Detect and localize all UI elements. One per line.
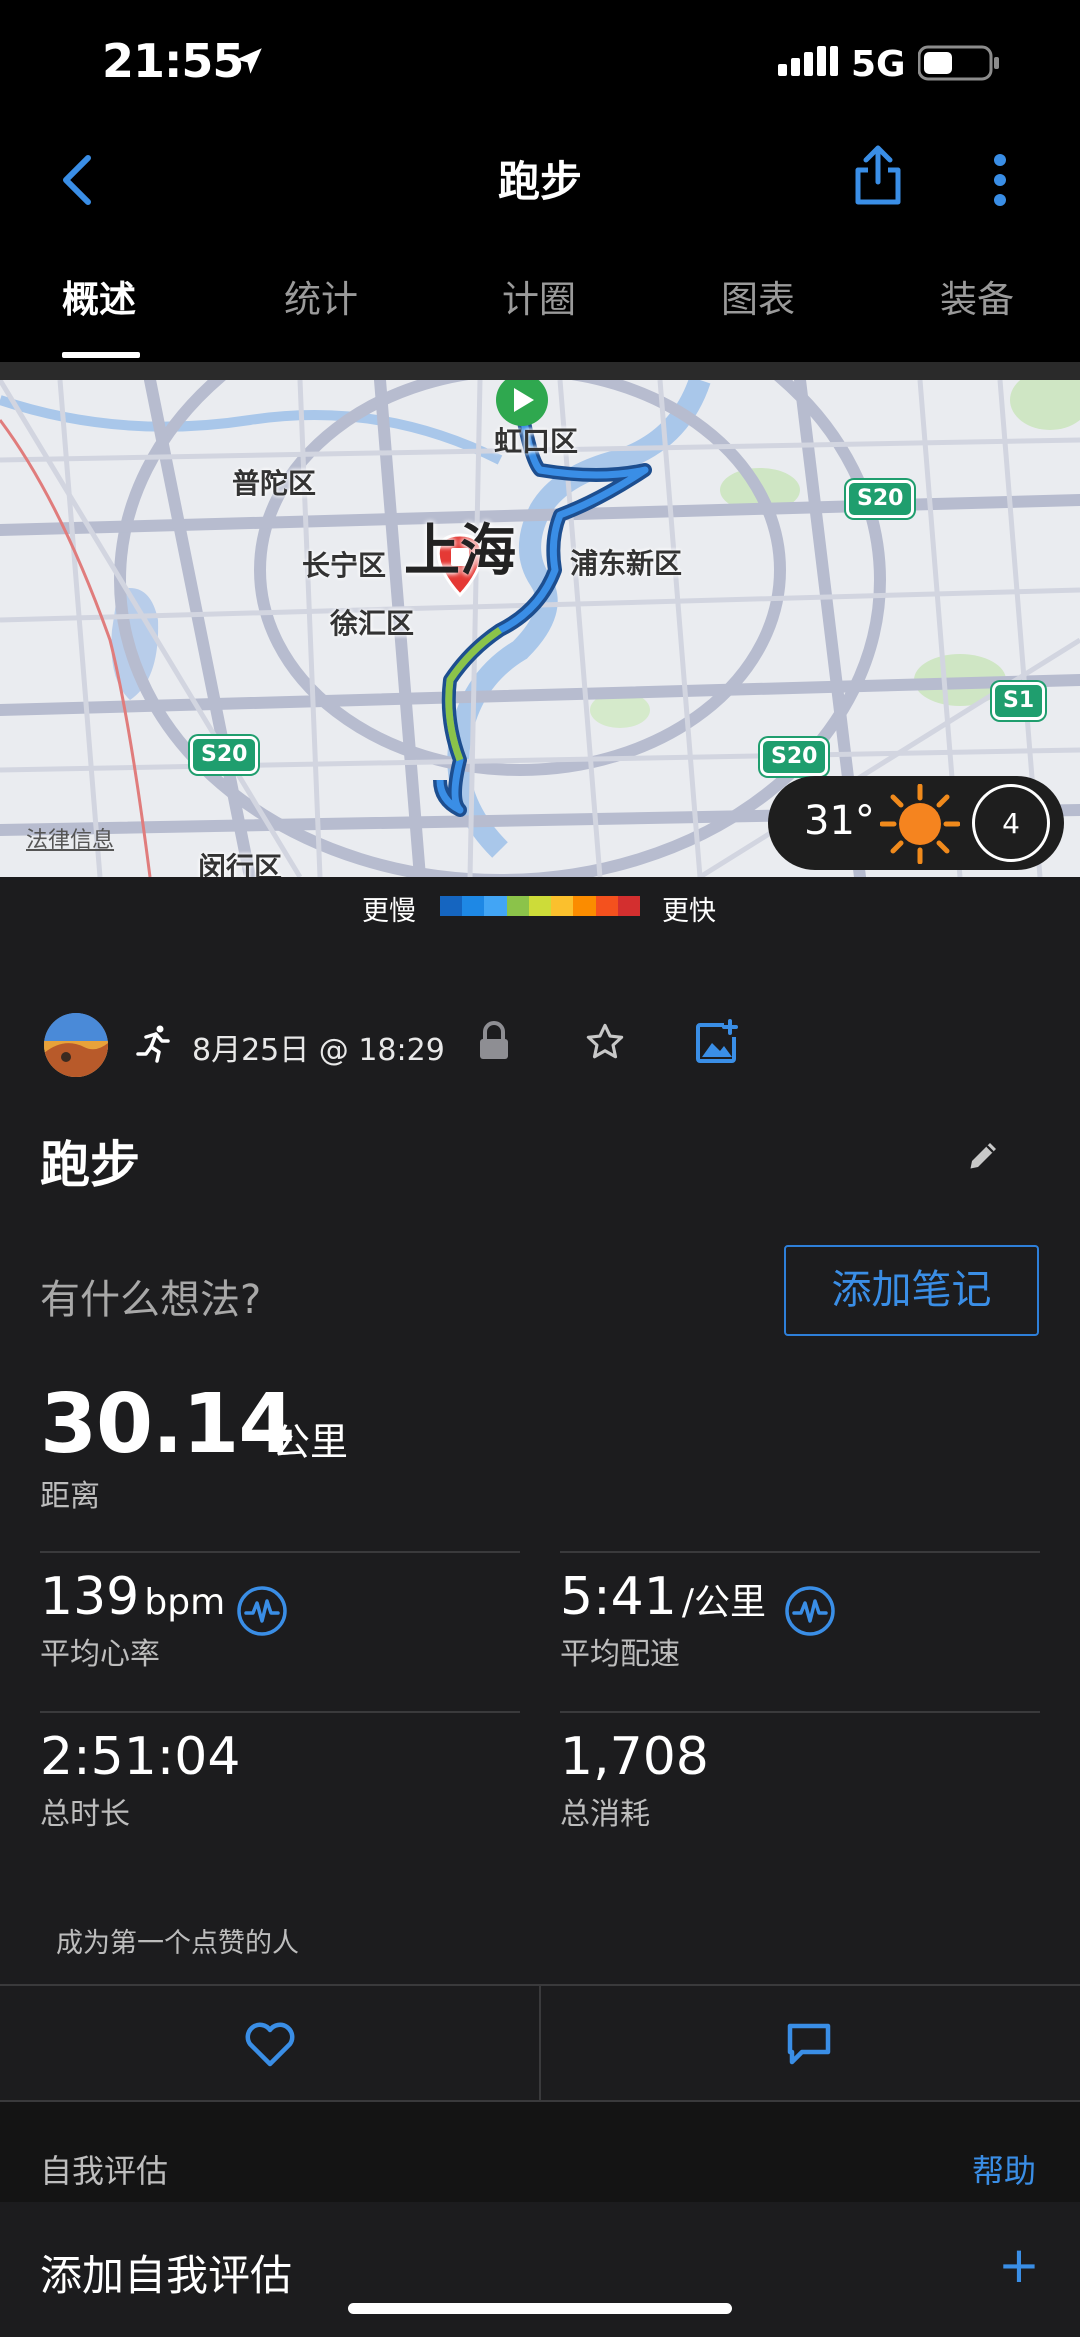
avg-heart-rate-stat[interactable]: 139 bpm 平均心率 [40,1567,520,1673]
edit-pencil-icon[interactable] [966,1137,1002,1177]
status-time: 21:55 [102,34,244,88]
map-label: 长宁区 [302,549,387,582]
share-icon[interactable] [852,144,904,212]
activity-meta-row: 8月25日 @ 18:29 [0,949,1080,1089]
duration-value: 2:51:04 [40,1727,241,1787]
divider [539,1986,541,2102]
map-label: 普陀区 [232,467,317,500]
road-shield: S20 [846,480,915,518]
legal-info-link[interactable]: 法律信息 [26,822,114,854]
divider [40,1711,520,1713]
like-heart-icon[interactable] [244,2022,296,2072]
activity-datetime: 8月25日 @ 18:29 [192,1033,445,1068]
calories-label: 总消耗 [560,1797,650,1832]
map-city-label: 上海 [404,519,516,584]
add-self-assessment-row[interactable]: 添加自我评估 + [0,2202,1080,2337]
tab-stats[interactable]: 统计 [284,269,358,323]
battery-icon [917,44,1000,86]
tab-charts[interactable]: 图表 [721,269,795,323]
thought-prompt[interactable]: 有什么想法? [40,1267,261,1325]
road-shield: S20 [190,736,259,774]
calories-stat: 1,708 总消耗 [560,1727,1040,1833]
scale-slow-label: 更慢 [362,896,416,927]
section-divider [0,362,1080,380]
tab-laps[interactable]: 计圈 [502,269,576,323]
tab-overview[interactable]: 概述 [62,269,136,323]
self-assessment-label: 自我评估 [40,2152,169,2190]
page-title: 跑步 [497,157,582,206]
self-assessment-header: 自我评估 帮助 [0,2102,1080,2202]
divider [40,1551,520,1553]
avg-pace-value: 5:41 [560,1567,677,1627]
social-actions-bar [0,1984,1080,2102]
cellular-signal-icon [778,46,838,82]
avg-hr-value: 139 [40,1567,140,1627]
weather-temperature: 31° [804,798,875,844]
calories-value: 1,708 [560,1727,709,1787]
activity-summary: 8月25日 @ 18:29 跑步 有什么想法? 添加笔记 30.14 公里 距离… [0,949,1080,2029]
speed-color-bar [440,896,640,916]
scale-fast-label: 更快 [662,896,716,927]
plus-icon[interactable]: + [998,2236,1040,2294]
map-label: 浦东新区 [570,547,683,580]
star-icon[interactable] [584,1021,626,1067]
heart-rate-wave-icon [236,1585,288,1641]
activity-title: 跑步 [40,1136,140,1194]
duration-stat: 2:51:04 总时长 [40,1727,520,1833]
divider [560,1711,1040,1713]
network-type: 5G [851,44,906,85]
duration-label: 总时长 [40,1797,130,1832]
map-label: 徐汇区 [330,607,415,640]
road-shield: S20 [760,738,829,776]
map-label: 闵行区 [198,851,283,877]
likes-text: 成为第一个点赞的人 [56,1928,299,1959]
help-link[interactable]: 帮助 [972,2146,1036,2192]
pace-wave-icon [784,1585,836,1641]
avatar[interactable] [44,1013,108,1077]
road-shield: S1 [992,682,1046,720]
running-icon [134,1023,174,1067]
location-arrow-icon [232,44,266,82]
divider [560,1551,1040,1553]
add-note-button[interactable]: 添加笔记 [784,1245,1039,1336]
tab-gear[interactable]: 装备 [940,269,1014,323]
avg-hr-unit: bpm [144,1582,226,1623]
distance-value: 30.14 [40,1377,295,1472]
wind-speed: 4 [1002,807,1020,840]
active-tab-indicator [62,352,140,358]
avg-pace-unit: /公里 [681,1582,767,1623]
lock-icon[interactable] [476,1021,512,1065]
wind-indicator: 4 [972,784,1050,862]
route-map[interactable]: 虹口区 普陀区 上海 长宁区 浦东新区 徐汇区 闵行区 S20 S20 S20 … [0,380,1080,877]
distance-unit: 公里 [272,1420,349,1464]
comment-icon[interactable] [786,2022,832,2070]
nav-header: 跑步 [0,130,1080,250]
avg-pace-stat[interactable]: 5:41 /公里 平均配速 [560,1567,1040,1673]
more-vertical-icon[interactable] [990,150,1010,214]
add-self-assessment-label: 添加自我评估 [40,2251,293,2300]
status-bar: 21:55 5G [0,0,1080,130]
home-indicator[interactable] [348,2303,732,2314]
add-photo-icon[interactable] [694,1019,740,1069]
weather-badge: 31° 4 [768,776,1064,870]
map-label: 虹口区 [494,425,579,458]
tab-bar: 概述 统计 计圈 图表 装备 [0,255,1080,360]
speed-scale: 更慢 更快 [0,877,1080,949]
distance-label: 距离 [40,1479,100,1514]
